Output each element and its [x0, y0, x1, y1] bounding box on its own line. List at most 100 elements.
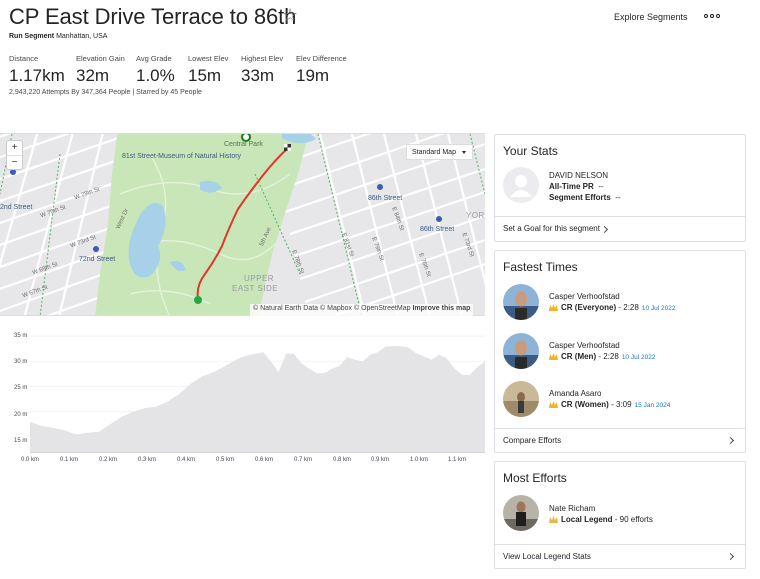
most-efforts-title: Most Efforts	[503, 471, 567, 485]
x-tick: 0.4 km	[176, 457, 196, 463]
x-tick: 0.9 km	[370, 457, 390, 463]
compare-efforts-link[interactable]: Compare Efforts	[495, 428, 745, 452]
efforts-line: Segment Efforts --	[549, 193, 621, 202]
x-tick: 1.0 km	[409, 457, 429, 463]
attribution-text: © Natural Earth Data © Mapbox © OpenStre…	[253, 305, 411, 312]
stat-lowest-elev: Lowest Elev 15m	[188, 54, 241, 86]
efforts-label: Segment Efforts	[549, 193, 611, 202]
map-attribution: © Natural Earth Data © Mapbox © OpenStre…	[250, 304, 474, 316]
label-east-side: EAST SIDE	[232, 284, 279, 293]
y-tick: 15 m	[14, 438, 28, 444]
avatar[interactable]	[503, 284, 539, 320]
user-placeholder-icon	[510, 175, 532, 197]
crown-icon	[549, 304, 558, 311]
stat-highest-elev: Highest Elev 33m	[241, 54, 296, 86]
user-name: DAVID NELSON	[549, 171, 608, 180]
more-dots-icon[interactable]	[704, 8, 720, 22]
stats-row: Distance 1.17km Elevation Gain 32m Avg Gra…	[9, 54, 366, 86]
cr-date[interactable]: 15 Jan 2024	[635, 402, 671, 409]
route-start-marker	[194, 296, 202, 304]
y-tick: 25 m	[14, 385, 28, 391]
label-museum: 81st Street-Museum of Natural History	[122, 153, 242, 160]
cr-line: CR (Men) - 2:28 10 Jul 2022	[549, 352, 655, 361]
local-legend-line: Local Legend - 90 efforts	[549, 515, 653, 524]
athlete-name[interactable]: Amanda Asaro	[549, 389, 601, 398]
cr-line: CR (Everyone) - 2:28 10 Jul 2022	[549, 303, 675, 312]
cr-date[interactable]: 10 Jul 2022	[622, 354, 656, 361]
x-tick: 0.6 km	[254, 457, 274, 463]
park-poi-marker	[241, 134, 251, 142]
set-goal-label: Set a Goal for this segment	[503, 224, 600, 233]
stat-label: Avg Grade	[136, 54, 172, 63]
chevron-right-icon	[726, 552, 735, 561]
laurel-icon	[549, 516, 558, 523]
cr-time: - 2:28	[598, 352, 619, 361]
stat-distance: Distance 1.17km	[9, 54, 76, 86]
stat-value: 1.17km	[9, 66, 65, 85]
y-tick: 35 m	[14, 333, 28, 339]
cr-line: CR (Women) - 3:09 15 Jan 2024	[549, 400, 670, 409]
segment-map[interactable]: Central Park 81st Street-Museum of Natur…	[0, 133, 485, 316]
x-tick: 0.1 km	[59, 457, 79, 463]
x-tick: 0.0 km	[20, 457, 40, 463]
x-tick: 0.7 km	[293, 457, 313, 463]
stat-value: 33m	[241, 66, 275, 85]
stat-value: 19m	[296, 66, 330, 85]
stat-value: 32m	[76, 66, 110, 85]
segment-subtitle: Run Segment Manhattan, USA	[9, 33, 107, 40]
x-tick: 0.3 km	[137, 457, 157, 463]
local-legend-stats-link[interactable]: View Local Legend Stats	[495, 544, 745, 568]
cr-time: - 2:28	[618, 303, 639, 312]
legend-label: Local Legend	[561, 515, 613, 524]
avatar[interactable]	[503, 381, 539, 417]
most-efforts-panel: Most Efforts Nate Richam Local Legend - …	[494, 461, 746, 569]
attempts-text: 2,943,220 Attempts By 347,364 People | S…	[9, 89, 202, 96]
segment-type: Run Segment	[9, 33, 55, 40]
your-stats-panel: Your Stats DAVID NELSON All-Time PR -- S…	[494, 134, 746, 242]
cr-date[interactable]: 10 Jul 2022	[642, 305, 676, 312]
athlete-name[interactable]: Casper Verhoofstad	[549, 292, 620, 301]
map-style-value: Standard Map	[412, 149, 456, 156]
athlete-name[interactable]: Nate Richam	[549, 504, 595, 513]
label-86th-street-b: 86th Street	[420, 226, 455, 233]
local-legend-stats-label: View Local Legend Stats	[503, 552, 591, 561]
crown-icon	[549, 353, 558, 360]
stat-elev-difference: Elev Difference 19m	[296, 54, 366, 86]
stat-label: Distance	[9, 54, 39, 63]
set-goal-link[interactable]: Set a Goal for this segment	[495, 216, 745, 240]
page-title: CP East Drive Terrace to 86th	[9, 4, 297, 29]
chevron-down-icon	[462, 151, 466, 154]
label-central-park: Central Park	[224, 141, 263, 148]
avatar[interactable]	[503, 333, 539, 369]
cr-category: CR (Men)	[561, 352, 597, 361]
stat-avg-grade: Avg Grade 1.0%	[136, 54, 188, 86]
stat-value: 15m	[188, 66, 222, 85]
stat-label: Elev Difference	[296, 54, 347, 63]
map-style-select[interactable]: Standard Map	[406, 144, 473, 160]
pr-label: All-Time PR	[549, 182, 594, 191]
x-tick: 0.2 km	[98, 457, 118, 463]
elevation-plot	[30, 335, 485, 453]
runner-photo	[503, 381, 539, 417]
crown-icon	[549, 401, 558, 408]
avatar[interactable]	[503, 495, 539, 531]
improve-map-link[interactable]: Improve this map	[412, 305, 470, 312]
stat-label: Highest Elev	[241, 54, 284, 63]
avatar[interactable]	[503, 167, 539, 203]
compare-efforts-label: Compare Efforts	[503, 436, 562, 445]
label-york: YOR	[466, 211, 485, 220]
y-tick: 30 m	[14, 359, 28, 365]
zoom-in-button[interactable]: +	[7, 141, 22, 155]
y-tick: 20 m	[14, 412, 28, 418]
legend-count: - 90 efforts	[614, 515, 653, 524]
pr-value: --	[598, 182, 604, 191]
x-tick: 0.8 km	[332, 457, 352, 463]
athlete-name[interactable]: Casper Verhoofstad	[549, 341, 620, 350]
chevron-right-icon	[726, 436, 735, 445]
zoom-control: + −	[6, 140, 23, 170]
explore-segments-link[interactable]: Explore Segments	[614, 12, 688, 22]
star-icon[interactable]: ☆	[282, 5, 298, 26]
stat-label: Lowest Elev	[188, 54, 229, 63]
zoom-out-button[interactable]: −	[7, 155, 22, 169]
cr-category: CR (Everyone)	[561, 303, 617, 312]
